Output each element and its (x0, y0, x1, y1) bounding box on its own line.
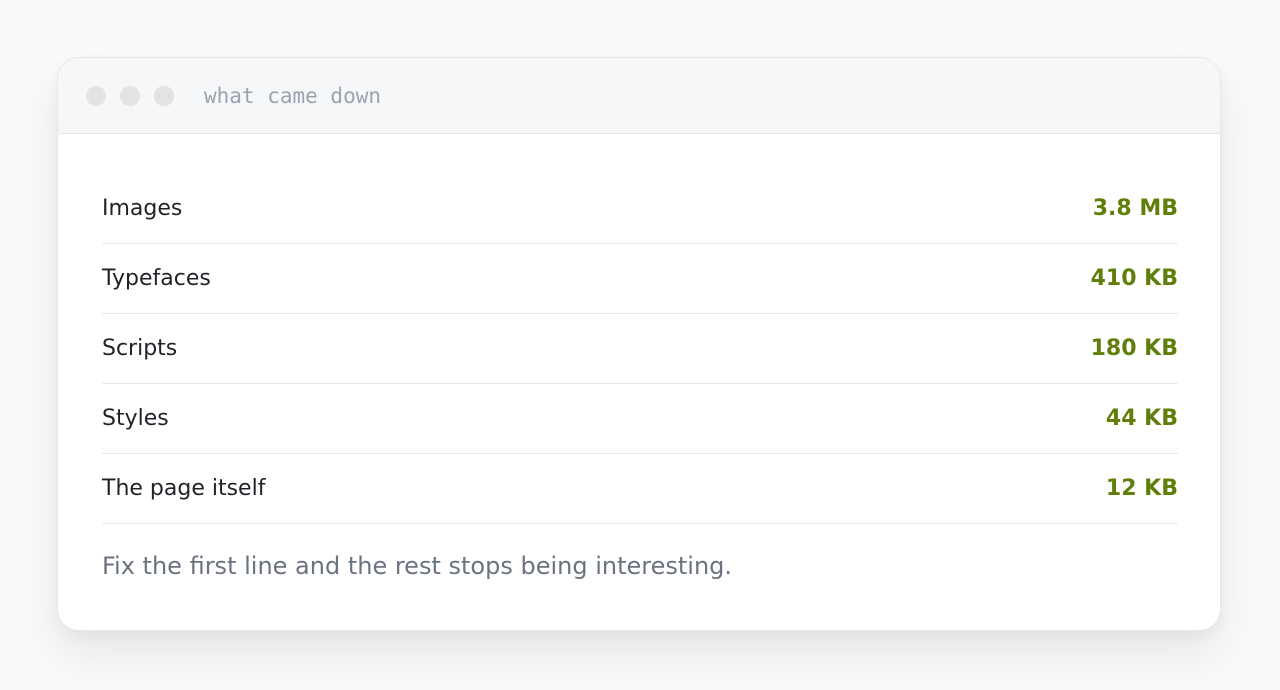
resource-row: Scripts 180 KB (102, 314, 1178, 384)
resource-size: 3.8 MB (1092, 196, 1178, 221)
resource-list: Images 3.8 MB Typefaces 410 KB Scripts 1… (102, 174, 1178, 524)
window: what came down Images 3.8 MB Typefaces 4… (57, 57, 1221, 631)
resource-label: Images (102, 196, 183, 221)
window-title: what came down (204, 84, 382, 108)
resource-row: Images 3.8 MB (102, 174, 1178, 244)
resource-row: The page itself 12 KB (102, 454, 1178, 524)
resource-row: Typefaces 410 KB (102, 244, 1178, 314)
footnote: Fix the first line and the rest stops be… (102, 552, 733, 580)
resource-label: Typefaces (102, 266, 211, 291)
resource-label: Styles (102, 406, 169, 431)
resource-row: Styles 44 KB (102, 384, 1178, 454)
resource-size: 44 KB (1105, 406, 1178, 431)
resource-label: The page itself (102, 476, 266, 501)
resource-label: Scripts (102, 336, 178, 361)
window-titlebar: what came down (58, 58, 1220, 134)
resource-size: 12 KB (1105, 476, 1178, 501)
window-maximize-dot[interactable] (154, 86, 174, 106)
resource-size: 410 KB (1090, 266, 1178, 291)
window-minimize-dot[interactable] (120, 86, 140, 106)
window-close-dot[interactable] (86, 86, 106, 106)
resource-size: 180 KB (1090, 336, 1178, 361)
